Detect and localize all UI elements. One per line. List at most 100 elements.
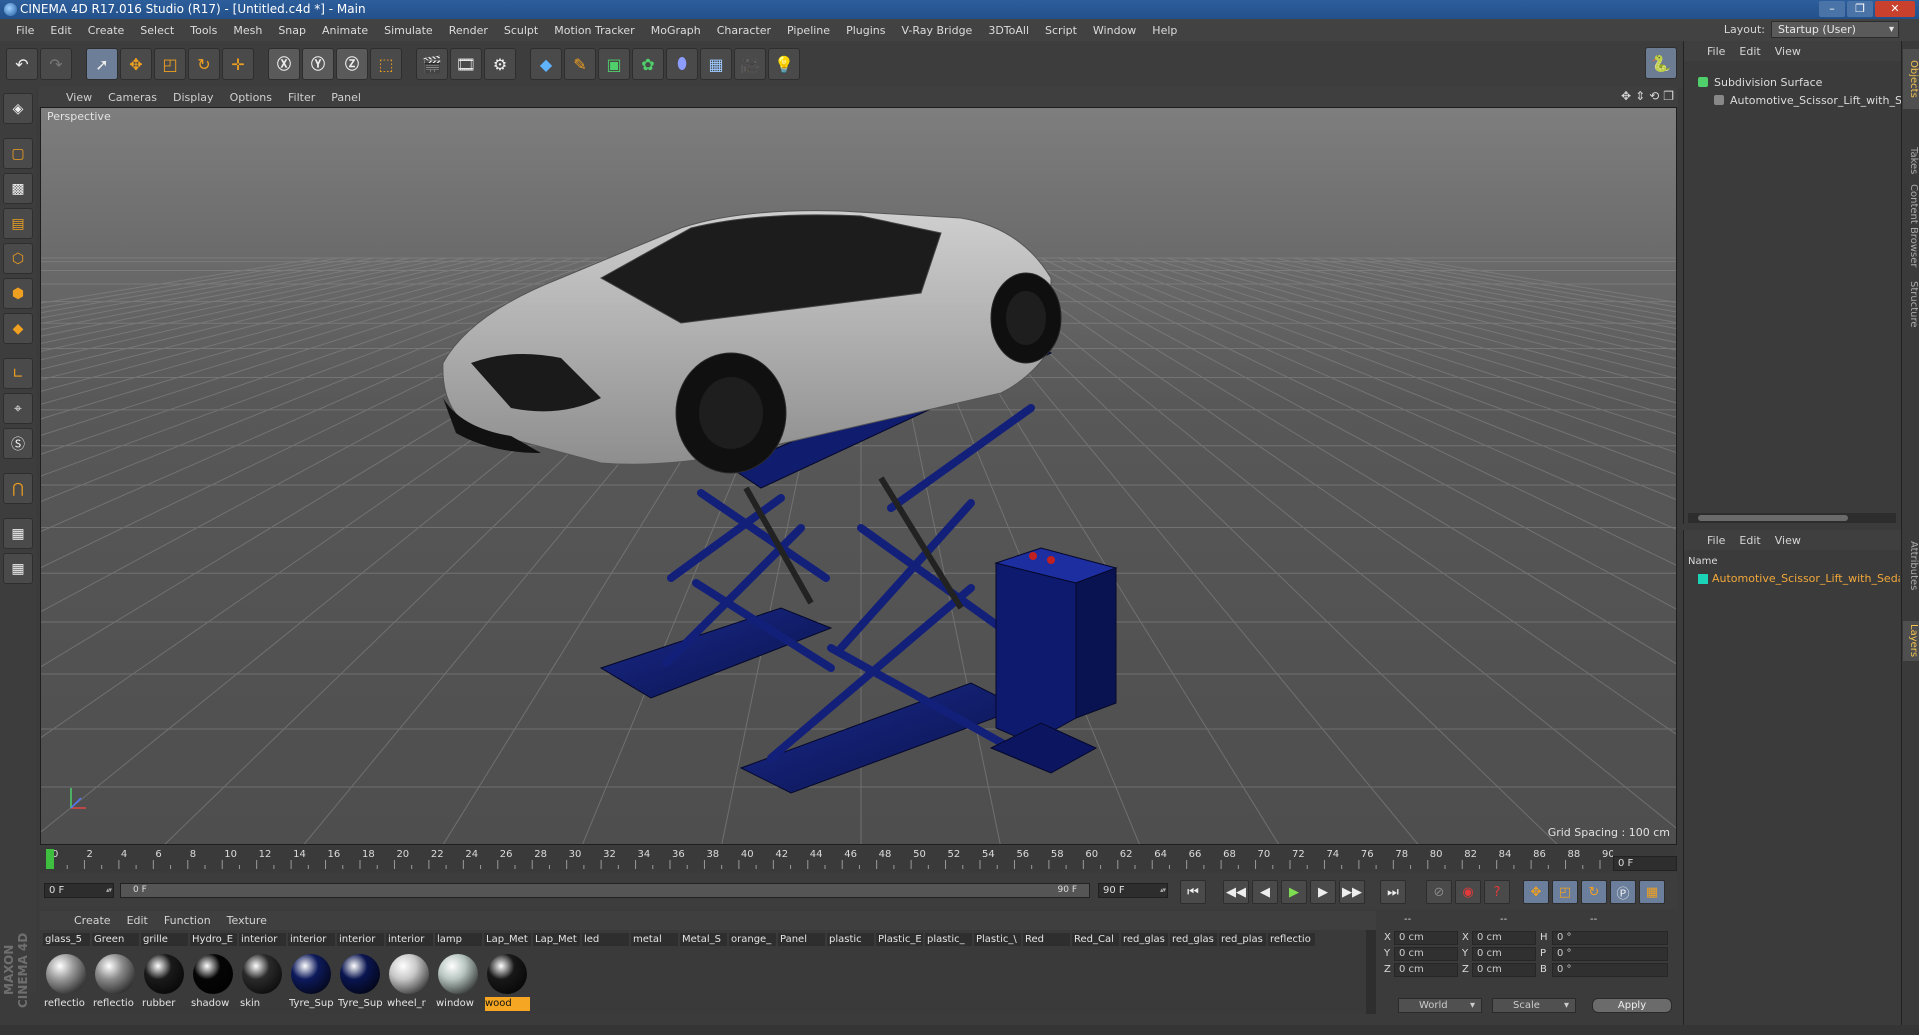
current-frame-field[interactable]: 0 F [44,883,114,898]
object-menu-file[interactable]: File [1700,45,1732,58]
preview-range-slider[interactable]: 0 F 90 F [120,883,1090,898]
material-name-top[interactable]: plastic_ [924,932,973,947]
material-name-top[interactable]: grille [140,932,189,947]
menu-snap[interactable]: Snap [270,24,314,37]
material-swatch[interactable]: rubber [140,952,189,1012]
material-name-top[interactable]: Lap_Met [483,932,532,947]
live-selection-icon[interactable]: ✛ [222,48,254,80]
select-arrow-icon[interactable]: ➚ [86,48,118,80]
menu-plugins[interactable]: Plugins [838,24,893,37]
rotate-icon[interactable]: ↻ [188,48,220,80]
cube-primitive-icon[interactable]: ◆ [530,48,562,80]
render-view-icon[interactable]: 🎬 [416,48,448,80]
tweak-mode-icon[interactable]: ⌖ [3,393,33,424]
layer-menu-edit[interactable]: Edit [1732,534,1767,547]
model-mode-icon[interactable]: ▢ [3,138,33,169]
menu-mesh[interactable]: Mesh [225,24,270,37]
y-axis-lock-icon[interactable]: Ⓨ [302,48,334,80]
prev-key-icon[interactable]: ◀◀ [1223,880,1249,904]
layout-dropdown[interactable]: Startup (User) [1771,21,1899,38]
material-swatch[interactable]: shadow [189,952,238,1012]
floor-icon[interactable]: ▦ [700,48,732,80]
maximize-button[interactable]: ❐ [1847,1,1873,17]
menu-window[interactable]: Window [1085,24,1144,37]
material-swatch[interactable]: window [434,952,483,1012]
menu-pipeline[interactable]: Pipeline [779,24,838,37]
coord-value-field[interactable]: 0 cm [1394,931,1458,945]
material-name-top[interactable]: interior [287,932,336,947]
coord-value-field[interactable]: 0 cm [1394,947,1458,961]
material-swatch[interactable]: wheel_r [385,952,434,1012]
material-name-top[interactable]: Red_Cal [1071,932,1120,947]
layer-menu-file[interactable]: File [1700,534,1732,547]
python-icon[interactable]: 🐍 [1645,47,1677,79]
menu-render[interactable]: Render [441,24,496,37]
edges-mode-icon[interactable]: ⬢ [3,278,33,309]
coord-value-field[interactable]: 0 cm [1472,947,1536,961]
world-dropdown[interactable]: World [1398,998,1482,1013]
menu-file[interactable]: File [8,24,42,37]
render-settings-icon[interactable]: ⚙ [484,48,516,80]
undo-icon[interactable]: ↶ [6,48,38,80]
scale-dropdown[interactable]: Scale [1492,998,1576,1013]
scale-icon[interactable]: ◰ [154,48,186,80]
solo-icon[interactable]: Ⓢ [3,428,33,459]
z-axis-lock-icon[interactable]: Ⓩ [336,48,368,80]
side-tab-takes[interactable]: Takes [1903,146,1919,176]
orbit-icon[interactable]: ⟲ [1649,89,1659,103]
coord-value-field[interactable]: 0 ° [1552,931,1668,945]
minimize-button[interactable]: – [1819,1,1845,17]
side-tab-attributes[interactable]: Attributes [1903,541,1919,591]
object-horizontal-scrollbar[interactable] [1688,513,1896,523]
camera-icon[interactable]: 🎥 [734,48,766,80]
material-name-top[interactable]: red_plas [1218,932,1267,947]
coordinate-system-icon[interactable]: ⬚ [370,48,402,80]
next-key-icon[interactable]: ▶▶ [1339,880,1365,904]
menu-select[interactable]: Select [132,24,182,37]
viewport-menu-display[interactable]: Display [165,91,222,104]
zoom-icon[interactable]: ⇕ [1635,89,1645,103]
material-swatch[interactable]: wood [483,952,532,1012]
close-button[interactable]: ✕ [1875,1,1915,17]
menu-tools[interactable]: Tools [182,24,225,37]
viewport-menu-options[interactable]: Options [222,91,280,104]
maximize-view-icon[interactable]: ❐ [1663,89,1674,103]
autokey-icon[interactable]: ? [1484,880,1510,904]
material-name-top[interactable]: Red [1022,932,1071,947]
material-menu-texture[interactable]: Texture [219,914,275,927]
material-name-top[interactable]: Plastic_\ [973,932,1022,947]
menu-create[interactable]: Create [80,24,133,37]
material-swatch[interactable]: Tyre_Sup [336,952,385,1012]
menu-script[interactable]: Script [1037,24,1085,37]
key-param-icon[interactable]: Ⓟ [1610,880,1636,904]
timeline-ruler[interactable]: 0 2 4 6 8 10 12 14 16 18 20 22 24 26 28 30 32 34 36 38 40 42 4… [40,847,1677,871]
material-name-top[interactable]: orange_ [728,932,777,947]
material-name-top[interactable]: Panel [777,932,826,947]
viewport-menu-panel[interactable]: Panel [323,91,369,104]
snap-settings-icon[interactable]: ▦ [3,553,33,584]
coord-value-field[interactable]: 0 ° [1552,963,1668,977]
material-name-top[interactable]: Plastic_E [875,932,924,947]
key-rotate-icon[interactable]: ↻ [1581,880,1607,904]
layer-row[interactable]: Automotive_Scissor_Lift_with_Sedan [1688,570,1900,588]
light-icon[interactable]: 💡 [768,48,800,80]
material-name-top[interactable]: interior [385,932,434,947]
menu-edit[interactable]: Edit [42,24,79,37]
object-menu-view[interactable]: View [1768,45,1808,58]
material-name-top[interactable]: Hydro_E [189,932,238,947]
goto-start-icon[interactable]: ⏮ [1180,880,1206,904]
enable-snap-icon[interactable]: ▦ [3,518,33,549]
subdivision-surface-icon[interactable]: ▣ [598,48,630,80]
material-name-top[interactable]: lamp [434,932,483,947]
side-tab-objects[interactable]: Objects [1903,49,1919,109]
material-name-top[interactable]: Green [91,932,140,947]
cloner-icon[interactable]: ✿ [632,48,664,80]
pen-spline-icon[interactable]: ✎ [564,48,596,80]
move-icon[interactable]: ✥ [120,48,152,80]
menu-simulate[interactable]: Simulate [376,24,441,37]
coord-value-field[interactable]: 0 cm [1472,931,1536,945]
coord-value-field[interactable]: 0 cm [1472,963,1536,977]
key-scale-icon[interactable]: ◰ [1552,880,1578,904]
object-menu-edit[interactable]: Edit [1732,45,1767,58]
workplane-icon[interactable]: ▤ [3,208,33,239]
